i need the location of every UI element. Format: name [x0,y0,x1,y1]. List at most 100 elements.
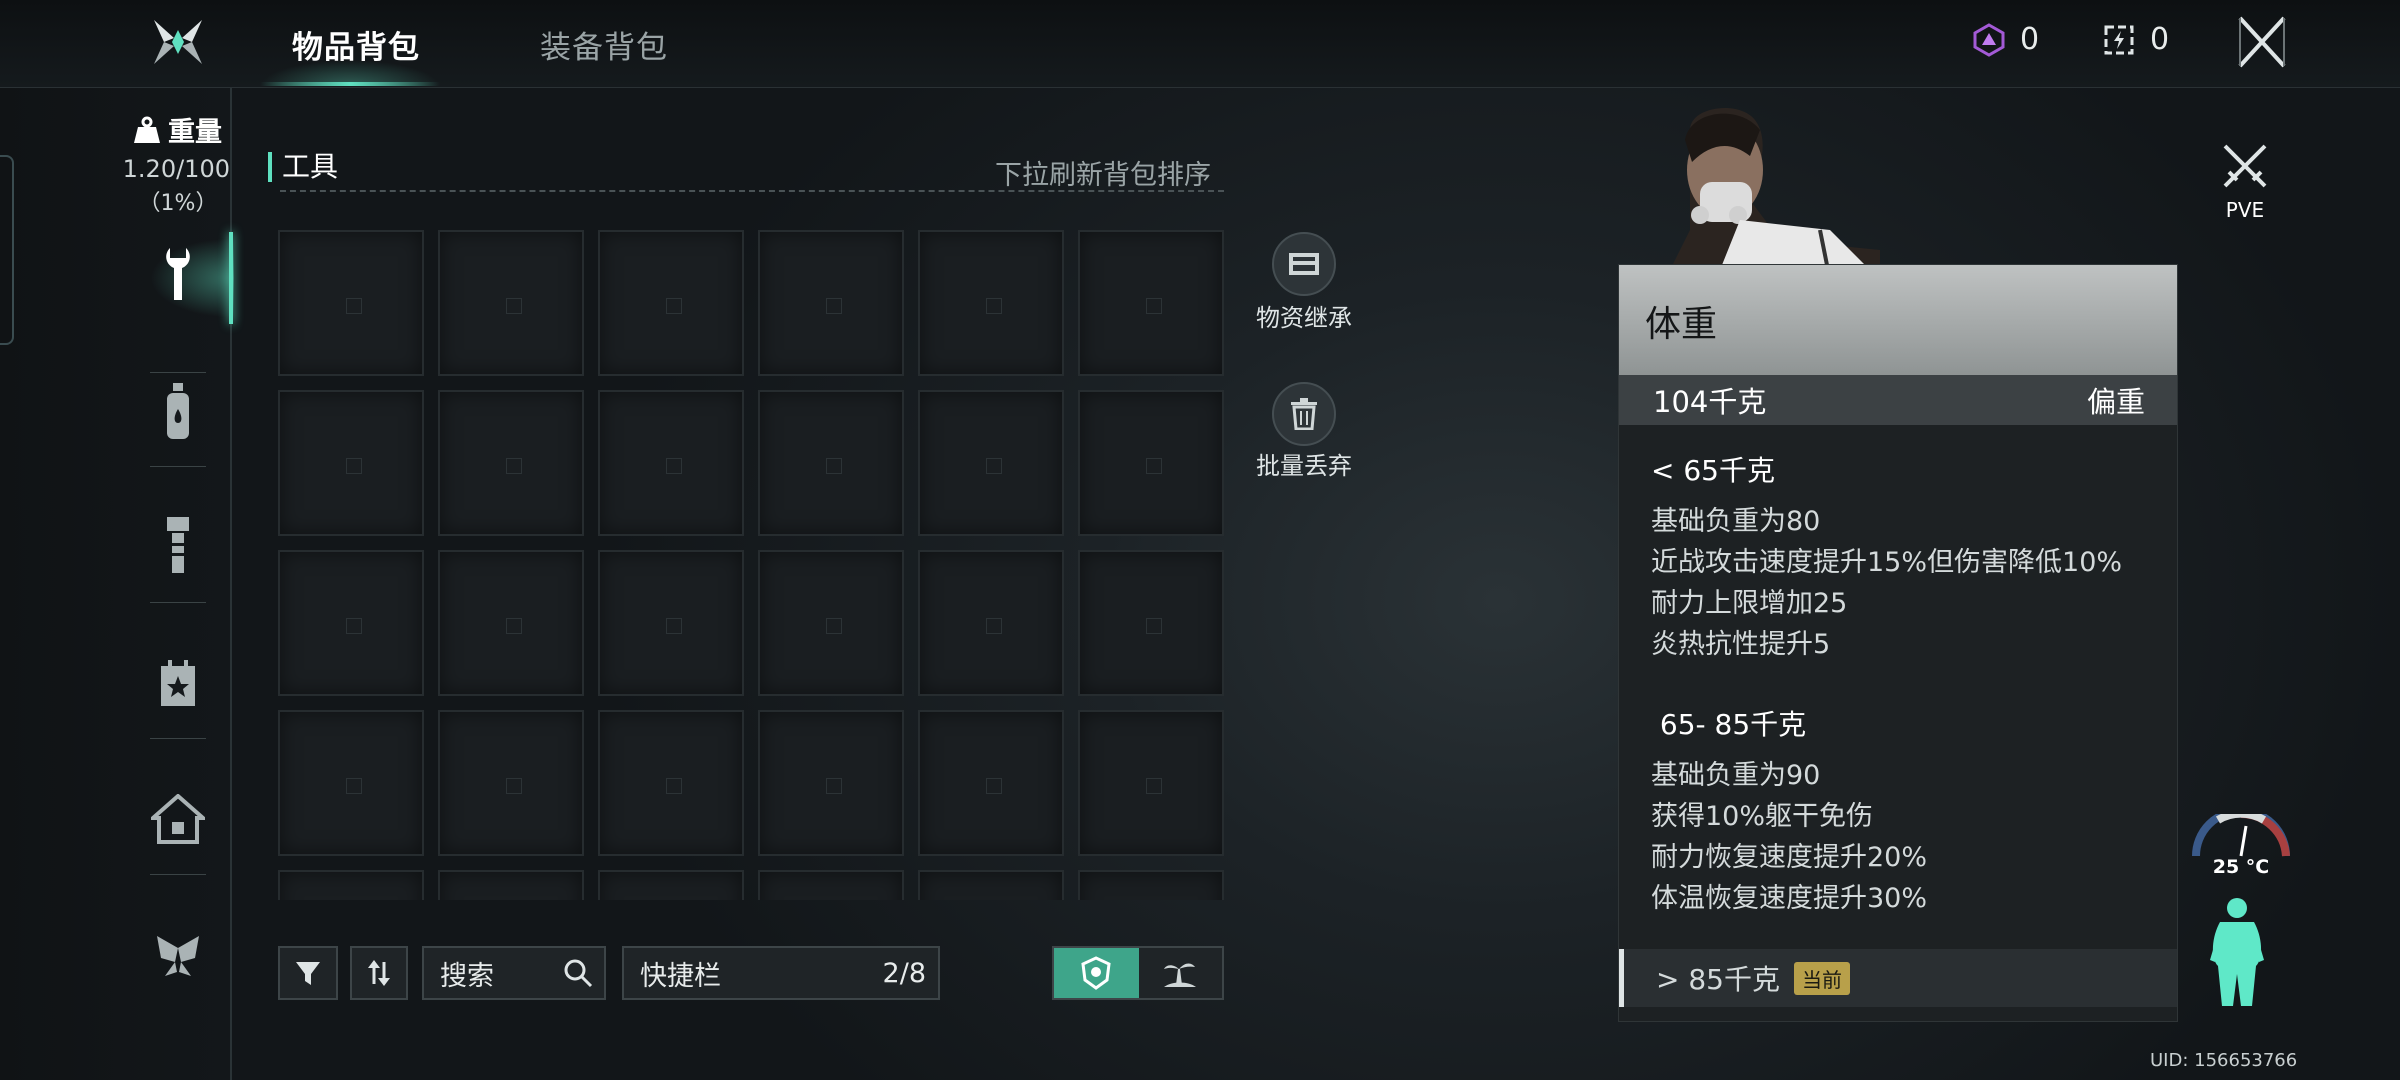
token-count: 0 [2150,22,2170,57]
inventory-slot[interactable] [438,710,584,856]
inventory-slot[interactable] [598,230,744,376]
category-divider [150,602,206,603]
temperature-gauge: 25 °C [2188,807,2294,894]
gem-count: 0 [2020,22,2040,57]
toggle-island[interactable] [1138,948,1222,998]
weight-value: 1.20/100 [122,155,230,183]
wrench-icon [166,248,190,300]
inventory-slot[interactable] [438,550,584,696]
quickbar-count: 2/8 [882,957,926,989]
tier-effect: 获得10%躯干免伤 [1651,801,1874,832]
filter-button[interactable] [278,946,338,1000]
inherit-supplies-button[interactable] [1272,232,1336,296]
current-weight-row: 104千克 偏重 [1619,375,2177,425]
inventory-slot[interactable] [918,870,1064,900]
category-divider [150,372,206,373]
inventory-slot[interactable] [758,710,904,856]
tier-effect: 体温恢复速度提升30% [1651,883,1928,914]
category-lighting[interactable] [145,512,211,578]
butterfly-icon [157,936,199,976]
inventory-slot[interactable] [1078,710,1224,856]
active-category-indicator [229,232,233,324]
inventory-slot[interactable] [1078,390,1224,536]
tab-items[interactable]: 物品背包 [292,22,420,67]
badge-icon [1081,956,1112,990]
inventory-slot[interactable] [758,550,904,696]
temperature-value: 25 °C [2212,856,2270,878]
inventory-slot[interactable] [278,870,424,900]
body-status-icon [2210,898,2264,1006]
user-id: UID: 156653766 [2150,1050,2298,1071]
inventory-slot[interactable] [758,230,904,376]
category-tools[interactable] [145,241,211,307]
section-title: 工具 [268,152,338,182]
category-divider [150,738,206,739]
tier-effect: 基础负重为90 [1651,760,1821,791]
inventory-slot[interactable] [598,390,744,536]
category-events[interactable] [145,650,211,716]
search-box[interactable]: 搜索 [422,946,606,1000]
inventory-slot[interactable] [918,710,1064,856]
weight-percent: （1%） [138,191,218,216]
purple-gem-icon [1973,22,2005,57]
crate-icon [1289,253,1319,275]
sort-hint: 下拉刷新背包排序 [995,160,1211,191]
weight-label: 重量 [168,117,222,148]
panel-header: 体重 [1619,265,2177,375]
inventory-slot[interactable] [438,230,584,376]
category-building[interactable] [145,786,211,852]
weight-info-panel: 体重 104千克 偏重 < 65千克 基础负重为80 近战攻击速度提升15%但伤… [1618,264,2178,1022]
character-portrait [1670,107,1880,270]
current-tier-range: > 85千克 [1656,963,1780,996]
inventory-slot[interactable] [1078,870,1224,900]
search-icon [564,959,593,988]
inventory-slot[interactable] [598,550,744,696]
panel-body: < 65千克 基础负重为80 近战攻击速度提升15%但伤害降低10% 耐力上限增… [1619,425,2177,919]
inventory-slot[interactable] [918,550,1064,696]
close-x-icon[interactable] [2236,14,2288,70]
flashlight-icon [167,517,189,573]
tier-range: < 65千克 [1651,454,1775,487]
tier-effect: 近战攻击速度提升15%但伤害降低10% [1651,547,2123,578]
inventory-slot[interactable] [438,870,584,900]
toggle-badge[interactable] [1054,948,1139,998]
trash-icon [1291,398,1317,430]
batch-discard-label: 批量丢弃 [1256,452,1352,480]
house-icon [151,794,205,844]
inventory-slot[interactable] [598,710,744,856]
inventory-slot[interactable] [1078,550,1224,696]
section-divider [280,190,1224,192]
active-tab-underline [260,82,440,86]
top-bar: 物品背包 装备背包 0 0 [0,0,2400,88]
pve-mode-indicator[interactable]: PVE [2212,140,2278,222]
category-divider [150,874,206,875]
tab-equipment[interactable]: 装备背包 [540,22,668,67]
currency-tokens[interactable]: 0 [2102,22,2169,57]
inventory-slot[interactable] [278,390,424,536]
inventory-slot[interactable] [278,710,424,856]
category-divider [150,466,206,467]
inherit-supplies-label: 物资继承 [1256,304,1352,332]
inventory-slot[interactable] [438,390,584,536]
inventory-slot[interactable] [278,230,424,376]
inventory-slot[interactable] [918,230,1064,376]
batch-discard-button[interactable] [1272,382,1336,446]
inventory-slot[interactable] [278,550,424,696]
quickbar-button[interactable]: 快捷栏 2/8 [622,946,940,1000]
edge-pull-tab[interactable] [0,155,14,345]
sort-button[interactable] [350,946,408,1000]
tier-effect: 基础负重为80 [1651,506,1821,537]
category-consumables[interactable] [145,378,211,444]
current-weight-state: 偏重 [2086,385,2145,419]
island-icon [1164,963,1197,987]
category-cosmetics[interactable] [145,924,211,990]
tier-effect: 耐力上限增加25 [1651,588,1848,619]
current-weight: 104千克 [1653,385,1767,419]
inventory-slot[interactable] [758,390,904,536]
inventory-slot[interactable] [758,870,904,900]
currency-gems[interactable]: 0 [1972,22,2039,57]
inventory-slot[interactable] [1078,230,1224,376]
quickbar-label: 快捷栏 [640,960,721,992]
inventory-slot[interactable] [918,390,1064,536]
inventory-slot[interactable] [598,870,744,900]
